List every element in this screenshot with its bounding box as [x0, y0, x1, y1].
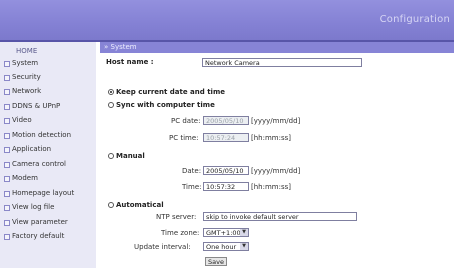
host-name-input[interactable]: Network Camera: [202, 58, 362, 67]
manual-radio[interactable]: [108, 153, 114, 159]
page-title: Configuration: [379, 14, 450, 25]
header-bar: Configuration: [0, 0, 454, 40]
time-zone-value: GMT+1:00: [206, 229, 241, 237]
bullet-icon: [4, 147, 10, 153]
sidebar-item-label: Video: [12, 116, 32, 124]
time-input[interactable]: 10:57:32: [203, 182, 249, 191]
bullet-icon: [4, 220, 10, 226]
bullet-icon: [4, 191, 10, 197]
sidebar-item-ddns-upnp[interactable]: DDNS & UPnP: [0, 100, 96, 113]
bullet-icon: [4, 61, 10, 67]
ntp-server-input[interactable]: skip to invoke default server: [203, 212, 357, 221]
bullet-icon: [4, 89, 10, 95]
sidebar-item-label: Camera control: [12, 160, 66, 168]
sidebar-item-label: Application: [12, 145, 52, 153]
ntp-server-label: NTP server:: [156, 213, 197, 221]
sidebar-item-camera-control[interactable]: Camera control: [0, 158, 96, 171]
bullet-icon: [4, 133, 10, 139]
chevron-down-icon: ▼: [240, 229, 248, 236]
update-interval-value: One hour: [206, 243, 237, 251]
pc-time-format: [hh:mm:ss]: [251, 134, 291, 142]
automatical-label: Automatical: [116, 201, 164, 209]
sidebar-item-label: View parameter: [12, 218, 68, 226]
host-name-label: Host name :: [106, 58, 154, 66]
pc-date-format: [yyyy/mm/dd]: [251, 117, 301, 125]
pc-time-label: PC time:: [169, 134, 199, 142]
bullet-icon: [4, 104, 10, 110]
pc-date-label: PC date:: [171, 117, 201, 125]
sidebar-item-system[interactable]: System: [0, 57, 96, 70]
home-link[interactable]: HOME: [16, 47, 37, 55]
sidebar-item-label: Motion detection: [12, 131, 72, 139]
sync-computer-radio[interactable]: [108, 102, 114, 108]
update-interval-label: Update interval:: [134, 243, 191, 251]
sidebar-item-label: View log file: [12, 203, 55, 211]
keep-current-radio[interactable]: [108, 89, 114, 95]
sidebar-item-label: Modem: [12, 174, 38, 182]
bullet-icon: [4, 118, 10, 124]
section-header: » System: [100, 42, 454, 53]
chevron-down-icon: ▼: [240, 243, 248, 250]
sidebar-item-motion-detection[interactable]: Motion detection: [0, 129, 96, 142]
sidebar-item-label: DDNS & UPnP: [12, 102, 61, 110]
date-input[interactable]: 2005/05/10: [203, 166, 249, 175]
pc-date-input[interactable]: 2005/05/10: [203, 116, 249, 125]
time-zone-label: Time zone:: [161, 229, 200, 237]
bullet-icon: [4, 234, 10, 240]
update-interval-select[interactable]: One hour ▼: [203, 242, 249, 251]
date-format: [yyyy/mm/dd]: [251, 167, 301, 175]
sidebar-item-label: Homepage layout: [12, 189, 75, 197]
sidebar-item-network[interactable]: Network: [0, 85, 96, 98]
bullet-icon: [4, 75, 10, 81]
sidebar: HOME System Security Network DDNS & UPnP…: [0, 42, 96, 268]
sidebar-item-label: Network: [12, 87, 42, 95]
sidebar-item-video[interactable]: Video: [0, 114, 96, 127]
sidebar-item-label: Factory default: [12, 232, 65, 240]
sidebar-item-modem[interactable]: Modem: [0, 172, 96, 185]
time-format: [hh:mm:ss]: [251, 183, 291, 191]
bullet-icon: [4, 162, 10, 168]
keep-current-label: Keep current date and time: [116, 88, 226, 96]
time-zone-select[interactable]: GMT+1:00 ▼: [203, 228, 249, 237]
automatical-radio[interactable]: [108, 202, 114, 208]
sidebar-item-homepage-layout[interactable]: Homepage layout: [0, 187, 96, 200]
sidebar-item-view-parameter[interactable]: View parameter: [0, 216, 96, 229]
save-button[interactable]: Save: [205, 257, 227, 266]
bullet-icon: [4, 176, 10, 182]
time-label: Time:: [182, 183, 202, 191]
date-label: Date:: [182, 167, 202, 175]
bullet-icon: [4, 205, 10, 211]
sidebar-item-factory-default[interactable]: Factory default: [0, 230, 96, 243]
sidebar-item-view-log-file[interactable]: View log file: [0, 201, 96, 214]
sidebar-item-label: Security: [12, 73, 41, 81]
sidebar-item-security[interactable]: Security: [0, 71, 96, 84]
section-title: » System: [104, 43, 137, 51]
manual-label: Manual: [116, 152, 145, 160]
sidebar-item-label: System: [12, 59, 39, 67]
sidebar-item-application[interactable]: Application: [0, 143, 96, 156]
pc-time-input[interactable]: 10:57:24: [203, 133, 249, 142]
sync-computer-label: Sync with computer time: [116, 101, 215, 109]
